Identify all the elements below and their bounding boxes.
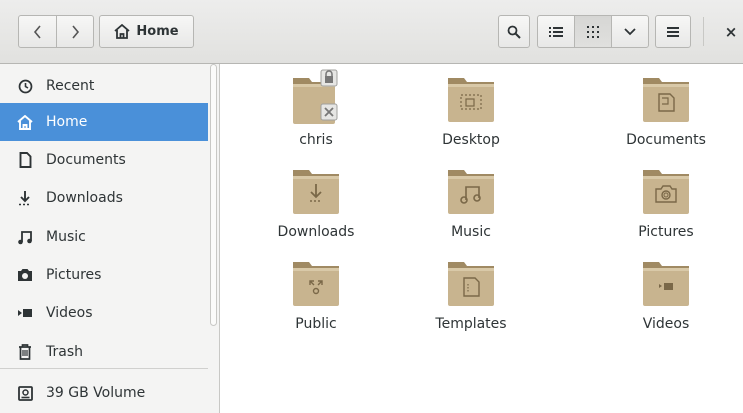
sidebar-item-trash[interactable]: Trash bbox=[0, 333, 208, 371]
sidebar-item-pictures[interactable]: Pictures bbox=[0, 256, 208, 294]
document-icon bbox=[16, 151, 34, 169]
close-icon: × bbox=[724, 23, 738, 41]
drive-icon bbox=[16, 384, 34, 402]
sidebar-item-label: Videos bbox=[46, 305, 93, 321]
clock-icon bbox=[16, 77, 34, 95]
locked-folder-icon bbox=[293, 69, 338, 124]
music-icon bbox=[16, 228, 34, 246]
grid-view-icon bbox=[587, 25, 599, 38]
sidebar-item-recent[interactable]: Recent bbox=[0, 67, 208, 105]
chevron-down-icon bbox=[624, 27, 636, 35]
sidebar-item-documents[interactable]: Documents bbox=[0, 141, 208, 179]
sidebar-item-label: Pictures bbox=[46, 267, 102, 283]
sidebar-item-label: Trash bbox=[46, 344, 83, 360]
pictures-folder-icon bbox=[643, 170, 689, 214]
sidebar-scrollbar[interactable] bbox=[210, 64, 217, 326]
forward-button[interactable] bbox=[56, 15, 94, 48]
sidebar-item-label: 39 GB Volume bbox=[46, 385, 146, 401]
list-view-icon bbox=[549, 26, 563, 37]
sidebar-item-label: Downloads bbox=[46, 190, 123, 206]
file-item[interactable]: Videos bbox=[601, 252, 731, 332]
sidebar-item-downloads[interactable]: Downloads bbox=[0, 179, 208, 217]
back-button[interactable] bbox=[18, 15, 57, 48]
home-icon bbox=[16, 113, 34, 131]
file-label: Desktop bbox=[442, 132, 500, 148]
sidebar-item-label: Recent bbox=[46, 78, 95, 94]
documents-folder-icon bbox=[643, 78, 689, 122]
trash-icon bbox=[16, 343, 34, 361]
menu-button[interactable] bbox=[655, 15, 691, 48]
file-item[interactable]: Downloads bbox=[251, 160, 381, 240]
home-icon bbox=[114, 24, 130, 39]
list-view-button[interactable] bbox=[537, 15, 575, 48]
hamburger-menu-icon bbox=[667, 26, 679, 37]
path-bar-home-button[interactable]: Home bbox=[99, 15, 194, 48]
file-label: Downloads bbox=[277, 224, 355, 240]
sidebar: Recent Home Documents Downloads Music Pi… bbox=[0, 64, 220, 413]
file-label: Documents bbox=[626, 132, 706, 148]
sidebar-item-videos[interactable]: Videos bbox=[0, 294, 208, 332]
file-label: Videos bbox=[642, 316, 690, 332]
search-button[interactable] bbox=[498, 15, 530, 48]
desktop-folder-icon bbox=[448, 78, 494, 122]
templates-folder-icon bbox=[448, 262, 494, 306]
camera-icon bbox=[16, 266, 34, 284]
close-button[interactable]: × bbox=[718, 18, 743, 46]
file-label: Pictures bbox=[638, 224, 694, 240]
file-item[interactable]: Music bbox=[406, 160, 536, 240]
download-icon bbox=[16, 189, 34, 207]
file-item[interactable]: Templates bbox=[406, 252, 536, 332]
file-label: Public bbox=[295, 316, 337, 332]
sidebar-separator bbox=[0, 368, 208, 369]
file-item[interactable]: Desktop bbox=[406, 68, 536, 148]
videos-folder-icon bbox=[643, 262, 689, 306]
file-label: Templates bbox=[435, 316, 507, 332]
sidebar-item-music[interactable]: Music bbox=[0, 218, 208, 256]
chevron-right-icon bbox=[72, 24, 80, 39]
path-bar-label: Home bbox=[136, 24, 179, 39]
sidebar-item-volume[interactable]: 39 GB Volume bbox=[0, 374, 208, 412]
file-item[interactable]: chris bbox=[251, 68, 381, 148]
search-icon bbox=[507, 25, 521, 39]
file-label: Music bbox=[451, 224, 491, 240]
file-grid: chris Desktop Documents Downloads Music … bbox=[221, 64, 743, 413]
video-icon bbox=[16, 304, 34, 322]
downloads-folder-icon bbox=[293, 170, 339, 214]
view-options-button[interactable] bbox=[611, 15, 649, 48]
file-item[interactable]: Documents bbox=[601, 68, 731, 148]
sidebar-item-label: Music bbox=[46, 229, 86, 245]
sidebar-item-label: Documents bbox=[46, 152, 126, 168]
grid-view-button[interactable] bbox=[574, 15, 612, 48]
header-bar: Home × bbox=[0, 0, 743, 64]
file-item[interactable]: Pictures bbox=[601, 160, 731, 240]
sidebar-item-label: Home bbox=[46, 114, 88, 130]
file-label: chris bbox=[299, 132, 333, 148]
chevron-left-icon bbox=[33, 24, 41, 39]
file-item[interactable]: Public bbox=[251, 252, 381, 332]
public-folder-icon bbox=[293, 262, 339, 306]
header-separator bbox=[703, 17, 704, 46]
music-folder-icon bbox=[448, 170, 494, 214]
sidebar-item-home[interactable]: Home bbox=[0, 103, 208, 141]
